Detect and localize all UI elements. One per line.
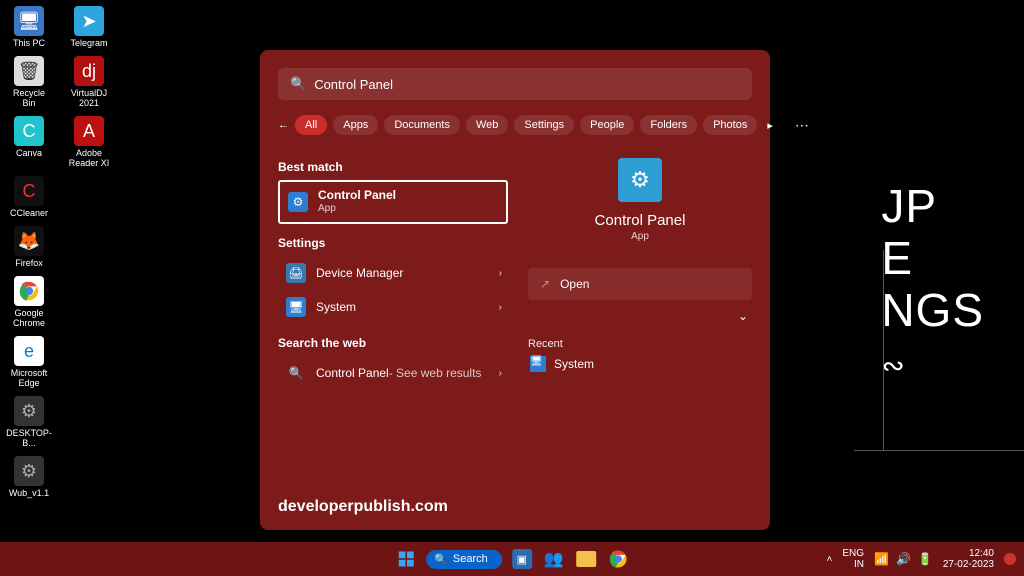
search-tabs: ← All Apps Documents Web Settings People… [278, 114, 752, 136]
wifi-icon[interactable]: 📶 [874, 552, 889, 566]
start-button[interactable] [394, 547, 418, 571]
desktop-icon-chrome[interactable]: Google Chrome [6, 276, 52, 328]
taskbar: 🔍 Search ▣ 👥 ˄ ENGIN 📶 🔊 🔋 12:4027-02-20… [0, 542, 1024, 576]
result-title: Control Panel [318, 189, 396, 202]
battery-icon[interactable]: 🔋 [918, 552, 933, 566]
chevron-down-icon: ⌄ [738, 309, 748, 323]
results-list: Best match ⚙ Control Panel App Settings … [278, 152, 508, 498]
tab-photos[interactable]: Photos [703, 115, 757, 135]
open-button[interactable]: ↗ Open [528, 268, 752, 300]
desktop-icon-virtualdj[interactable]: djVirtualDJ 2021 [66, 56, 112, 108]
tab-settings[interactable]: Settings [514, 115, 574, 135]
result-title: System [316, 301, 356, 314]
result-sub: App [318, 202, 396, 215]
desktop-icon-adobe-reader[interactable]: AAdobe Reader XI [66, 116, 112, 168]
desktop-icon-recycle-bin[interactable]: 🗑Recycle Bin [6, 56, 52, 108]
search-icon: 🔍 [290, 76, 306, 92]
chevron-right-icon: › [499, 268, 502, 279]
desktop-icon-edge[interactable]: eMicrosoft Edge [6, 336, 52, 388]
desktop-icon-canva[interactable]: CCanva [6, 116, 52, 168]
search-box[interactable]: 🔍 [278, 68, 752, 100]
result-device-manager[interactable]: 🖨 Device Manager › [278, 256, 508, 290]
chevron-right-icon: › [499, 302, 502, 313]
recent-item-label: System [554, 357, 594, 371]
system-icon: 🖥 [286, 297, 306, 317]
search-icon: 🔍 [286, 363, 306, 383]
tab-all[interactable]: All [295, 115, 327, 135]
system-icon: 🖥 [530, 356, 546, 372]
desktop-icon-firefox[interactable]: 🦊Firefox [6, 226, 52, 268]
search-icon: 🔍 [434, 553, 448, 566]
tab-documents[interactable]: Documents [384, 115, 460, 135]
taskbar-chrome[interactable] [606, 547, 630, 571]
taskbar-tray: ˄ ENGIN 📶 🔊 🔋 12:4027-02-2023 [826, 548, 1016, 570]
tab-people[interactable]: People [580, 115, 634, 135]
taskbar-search-button[interactable]: 🔍 Search [426, 550, 502, 569]
taskbar-center: 🔍 Search ▣ 👥 [394, 547, 630, 571]
taskbar-search-label: Search [453, 553, 488, 565]
detail-title: Control Panel [528, 212, 752, 229]
section-best-match: Best match [278, 160, 508, 174]
open-label: Open [560, 277, 589, 291]
result-control-panel[interactable]: ⚙ Control Panel App [278, 180, 508, 224]
tab-apps[interactable]: Apps [333, 115, 378, 135]
control-panel-icon: ⚙ [288, 192, 308, 212]
result-web-search[interactable]: 🔍 Control Panel - See web results › [278, 356, 508, 390]
desktop-icon-bat1[interactable]: ⚙DESKTOP-B... [6, 396, 52, 448]
tab-folders[interactable]: Folders [640, 115, 697, 135]
result-detail-pane: ⚙ Control Panel App ↗ Open ⌄ Recent 🖥 Sy… [528, 152, 752, 498]
device-manager-icon: 🖨 [286, 263, 306, 283]
result-system[interactable]: 🖥 System › [278, 290, 508, 324]
taskbar-teams[interactable]: 👥 [542, 547, 566, 571]
tray-expand[interactable]: ˄ [826, 554, 832, 565]
notification-badge[interactable] [1004, 553, 1016, 565]
volume-icon[interactable]: 🔊 [896, 552, 911, 566]
section-settings: Settings [278, 236, 508, 250]
wallpaper-divider [883, 250, 884, 450]
open-icon: ↗ [540, 277, 550, 291]
back-button[interactable]: ← [278, 114, 289, 136]
desktop-icons: 🖥This PC ➤Telegram 🗑Recycle Bin djVirtua… [6, 6, 112, 498]
recent-label: Recent [528, 338, 752, 350]
taskbar-explorer[interactable] [574, 547, 598, 571]
desktop-icon-this-pc[interactable]: 🖥This PC [6, 6, 52, 48]
detail-sub: App [528, 231, 752, 242]
detail-expand[interactable]: ⌄ [528, 302, 752, 330]
result-title: Control Panel [316, 367, 389, 380]
more-options[interactable]: ⋯ [795, 117, 810, 134]
tabs-more-arrow[interactable]: ▸ [763, 119, 777, 132]
wallpaper-text: JP E NGS ∾ [881, 180, 984, 392]
wallpaper-divider [854, 450, 1024, 451]
desktop-icon-ccleaner[interactable]: CCCleaner [6, 176, 52, 218]
tab-web[interactable]: Web [466, 115, 508, 135]
language-indicator[interactable]: ENGIN [842, 548, 864, 570]
chevron-right-icon: › [499, 368, 502, 379]
desktop-icon-bat2[interactable]: ⚙Wub_v1.1 [6, 456, 52, 498]
section-web: Search the web [278, 336, 508, 350]
result-title: Device Manager [316, 267, 403, 280]
watermark-text: developerpublish.com [278, 498, 752, 516]
result-suffix: - See web results [389, 367, 482, 380]
taskbar-photos[interactable]: ▣ [510, 547, 534, 571]
search-input[interactable] [314, 77, 740, 92]
clock[interactable]: 12:4027-02-2023 [943, 548, 994, 570]
detail-app-icon: ⚙ [618, 158, 662, 202]
start-search-panel: 🔍 ← All Apps Documents Web Settings Peop… [260, 50, 770, 530]
recent-item-system[interactable]: 🖥 System [528, 350, 752, 378]
desktop-icon-telegram[interactable]: ➤Telegram [66, 6, 112, 48]
